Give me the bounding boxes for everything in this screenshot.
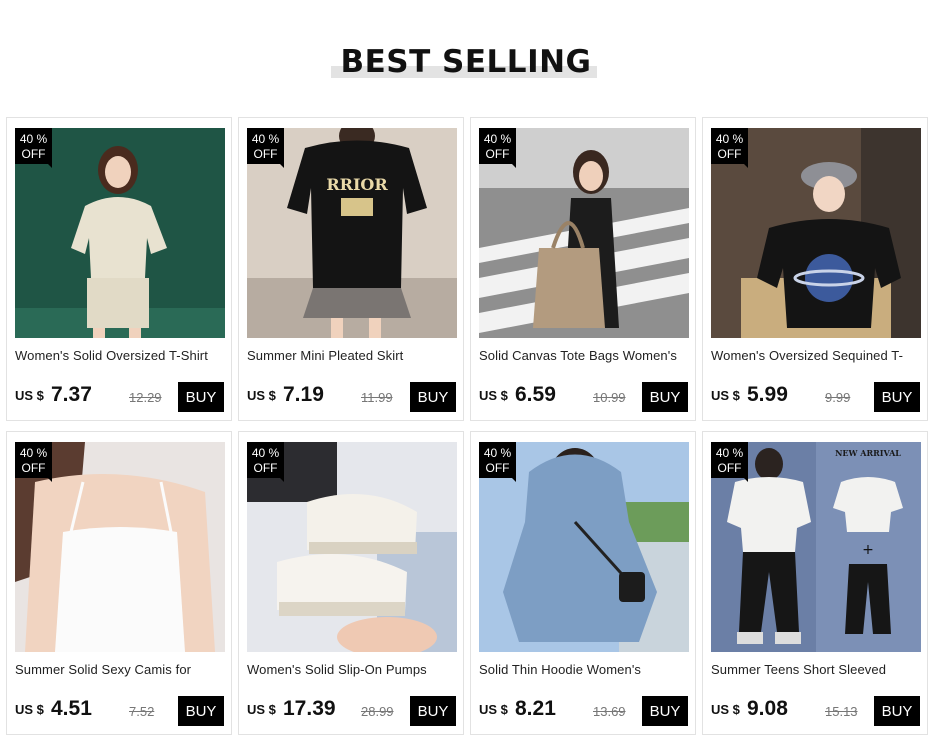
product-name[interactable]: Women's Solid Slip-On Pumps: [247, 662, 457, 677]
product-price: 9.08: [747, 697, 788, 720]
product-price: 7.19: [283, 383, 324, 406]
product-card[interactable]: 40 % OFF Women's Solid Oversized T-Shirt…: [6, 117, 232, 421]
product-price: 4.51: [51, 697, 92, 720]
currency-label: US $: [711, 702, 740, 717]
product-name[interactable]: Solid Canvas Tote Bags Women's: [479, 348, 689, 363]
buy-button[interactable]: BUY: [178, 696, 224, 726]
product-name[interactable]: Solid Thin Hoodie Women's: [479, 662, 689, 677]
section-header: BEST SELLING: [0, 44, 932, 84]
product-card[interactable]: 40 % OFF Solid Canvas Tote Bags Women's …: [470, 117, 696, 421]
original-price: 7.52: [129, 704, 155, 719]
product-card[interactable]: 40 % OFF Women's Solid Slip-On Pumps US …: [238, 431, 464, 735]
buy-button[interactable]: BUY: [410, 382, 456, 412]
discount-badge: 40 % OFF: [15, 128, 52, 168]
buy-button[interactable]: BUY: [642, 382, 688, 412]
product-name[interactable]: Summer Solid Sexy Camis for: [15, 662, 225, 677]
product-card[interactable]: 40 % OFF Women's Oversized Sequined T- U…: [702, 117, 928, 421]
currency-label: US $: [479, 388, 508, 403]
product-price: 8.21: [515, 697, 556, 720]
original-price: 10.99: [593, 390, 626, 405]
product-name[interactable]: Summer Teens Short Sleeved: [711, 662, 921, 677]
new-arrival-text: NEW ARRIVAL: [835, 448, 901, 458]
discount-badge: 40 % OFF: [247, 442, 284, 482]
buy-button[interactable]: BUY: [874, 382, 920, 412]
currency-label: US $: [247, 702, 276, 717]
currency-label: US $: [711, 388, 740, 403]
product-card[interactable]: 40 % OFF Summer Solid Sexy Camis for US …: [6, 431, 232, 735]
original-price: 15.13: [825, 704, 858, 719]
product-price: 6.59: [515, 383, 556, 406]
product-card[interactable]: 40 % OFF Solid Thin Hoodie Women's US $ …: [470, 431, 696, 735]
buy-button[interactable]: BUY: [874, 696, 920, 726]
original-price: 28.99: [361, 704, 394, 719]
discount-badge: 40 % OFF: [247, 128, 284, 168]
currency-label: US $: [15, 388, 44, 403]
svg-text:RRIOR: RRIOR: [326, 175, 388, 194]
discount-badge: 40 % OFF: [711, 128, 748, 168]
original-price: 12.29: [129, 390, 162, 405]
section-title: BEST SELLING: [340, 44, 592, 80]
original-price: 11.99: [361, 390, 393, 405]
original-price: 13.69: [593, 704, 626, 719]
product-price: 7.37: [51, 383, 92, 406]
discount-badge: 40 % OFF: [479, 128, 516, 168]
discount-badge: 40 % OFF: [479, 442, 516, 482]
product-name[interactable]: Women's Solid Oversized T-Shirt: [15, 348, 225, 363]
product-name[interactable]: Women's Oversized Sequined T-: [711, 348, 921, 363]
discount-badge: 40 % OFF: [15, 442, 52, 482]
product-card[interactable]: RRIOR 40 % OFF Summer Mini Pleated Skirt…: [238, 117, 464, 421]
buy-button[interactable]: BUY: [642, 696, 688, 726]
product-name[interactable]: Summer Mini Pleated Skirt: [247, 348, 457, 363]
product-card[interactable]: NEW ARRIVAL + 40 % OFF Summer Teens Shor…: [702, 431, 928, 735]
currency-label: US $: [15, 702, 44, 717]
buy-button[interactable]: BUY: [178, 382, 224, 412]
svg-text:+: +: [862, 542, 874, 558]
discount-badge: 40 % OFF: [711, 442, 748, 482]
product-price: 17.39: [283, 697, 336, 720]
currency-label: US $: [247, 388, 276, 403]
original-price: 9.99: [825, 390, 851, 405]
buy-button[interactable]: BUY: [410, 696, 456, 726]
product-price: 5.99: [747, 383, 788, 406]
currency-label: US $: [479, 702, 508, 717]
